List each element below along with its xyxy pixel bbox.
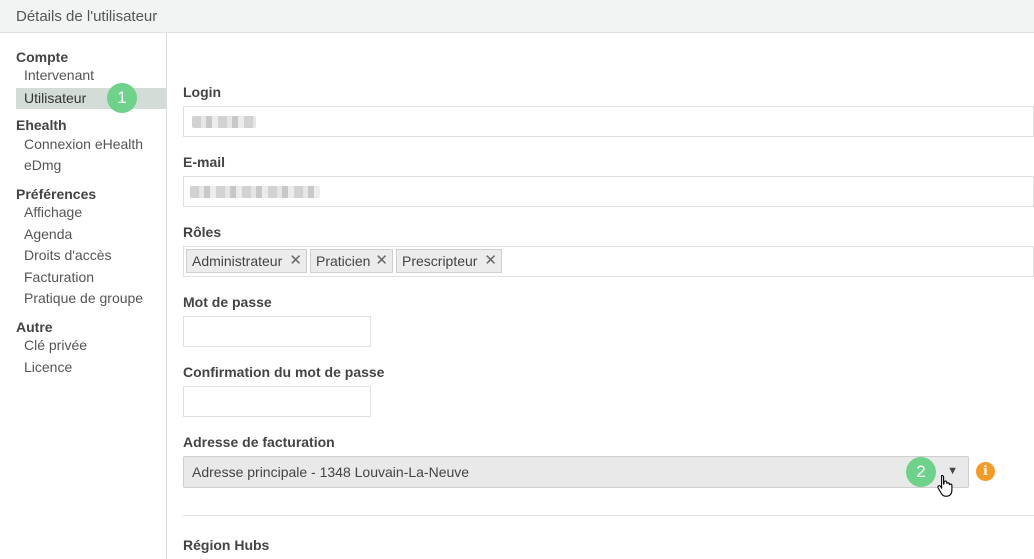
section-divider bbox=[183, 515, 1034, 516]
sidebar-item-agenda[interactable]: Agenda bbox=[16, 224, 166, 245]
hand-cursor-icon bbox=[937, 474, 953, 497]
password-confirm-field[interactable] bbox=[183, 386, 371, 417]
login-label: Login bbox=[183, 84, 222, 100]
role-chip-label: Praticien bbox=[316, 253, 371, 269]
billing-address-select[interactable]: Adresse principale - 1348 Louvain-La-Neu… bbox=[183, 456, 969, 488]
sidebar-item-affichage[interactable]: Affichage bbox=[16, 202, 166, 223]
window-titlebar: Détails de l'utilisateur bbox=[0, 0, 1034, 33]
sidebar-heading-preferences: Préférences bbox=[16, 186, 97, 202]
sidebar-heading-compte: Compte bbox=[16, 49, 69, 65]
close-icon[interactable]: ✕ bbox=[484, 250, 497, 272]
info-icon[interactable]: i bbox=[976, 462, 995, 481]
email-redacted-value bbox=[190, 186, 320, 198]
sidebar-item-pratique-de-groupe[interactable]: Pratique de groupe bbox=[16, 288, 166, 309]
region-hubs-label: Région Hubs bbox=[183, 537, 270, 553]
sidebar-item-cle-privee[interactable]: Clé privée bbox=[16, 335, 166, 356]
email-label: E-mail bbox=[183, 154, 226, 170]
sidebar-item-connexion-ehealth[interactable]: Connexion eHealth bbox=[16, 134, 166, 155]
sidebar-heading-autre: Autre bbox=[16, 319, 53, 335]
billing-address-label: Adresse de facturation bbox=[183, 434, 335, 450]
sidebar-item-facturation[interactable]: Facturation bbox=[16, 267, 166, 288]
sidebar-item-utilisateur[interactable]: Utilisateur bbox=[16, 88, 166, 109]
password-confirm-label: Confirmation du mot de passe bbox=[183, 364, 385, 380]
sidebar-heading-ehealth: Ehealth bbox=[16, 117, 67, 133]
login-field[interactable] bbox=[183, 106, 1034, 137]
close-icon[interactable]: ✕ bbox=[375, 250, 388, 272]
password-field[interactable] bbox=[183, 316, 371, 347]
role-chip-praticien: Praticien ✕ bbox=[310, 249, 393, 273]
window-title: Détails de l'utilisateur bbox=[16, 8, 158, 25]
role-chip-administrateur: Administrateur ✕ bbox=[186, 249, 307, 273]
role-chip-label: Prescripteur bbox=[402, 253, 478, 269]
billing-address-value: Adresse principale - 1348 Louvain-La-Neu… bbox=[192, 464, 470, 480]
sidebar-item-licence[interactable]: Licence bbox=[16, 357, 166, 378]
login-redacted-value bbox=[192, 116, 256, 128]
role-chip-prescripteur: Prescripteur ✕ bbox=[396, 249, 502, 273]
step-badge-1: 1 bbox=[107, 83, 137, 113]
step-badge-2: 2 bbox=[906, 457, 936, 487]
sidebar-item-droits-acces[interactable]: Droits d'accès bbox=[16, 245, 166, 266]
password-label: Mot de passe bbox=[183, 294, 272, 310]
sidebar-item-intervenant[interactable]: Intervenant bbox=[16, 65, 166, 86]
role-chip-label: Administrateur bbox=[192, 253, 283, 269]
roles-label: Rôles bbox=[183, 224, 222, 240]
close-icon[interactable]: ✕ bbox=[289, 250, 302, 272]
sidebar-item-edmg[interactable]: eDmg bbox=[16, 155, 166, 176]
email-field[interactable] bbox=[183, 176, 1034, 207]
